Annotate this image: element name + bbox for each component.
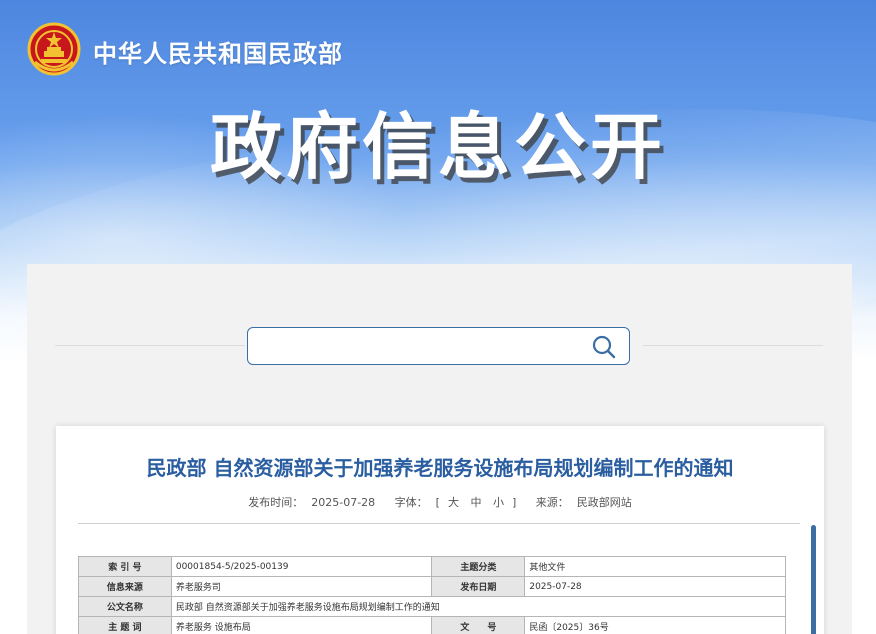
search-bar[interactable] [247,327,630,365]
doc-name-value: 民政部 自然资源部关于加强养老服务设施布局规划编制工作的通知 [170,596,787,617]
font-medium-button[interactable]: 中 [470,496,481,509]
page: 中华人民共和国民政部 政府信息公开 民政部 自然资源部关于加强养老服务设施布局规… [0,0,876,634]
index-value: 00001854-5/2025-00139 [170,556,433,577]
divider-left [55,345,245,346]
source-value: 民政部网站 [576,496,632,509]
banner-title: 政府信息公开 [210,105,667,189]
table-row: 信息来源 养老服务司 发布日期 2025-07-28 [78,576,786,597]
national-emblem-icon[interactable] [27,22,81,76]
source-label: 来源： 民政部网站 [535,496,632,509]
font-large-button[interactable]: 大 [448,496,459,509]
font-small-button[interactable]: 小 [493,496,504,509]
org-name[interactable]: 中华人民共和国民政部 [93,34,343,69]
main-content: 民政部 自然资源部关于加强养老服务设施布局规划编制工作的通知 发布时间： 2025… [27,264,852,634]
publish-label: 发布时间： 2025-07-28 [248,496,376,509]
doc-number-label: 文 号 [431,616,526,634]
publish-date: 2025-07-28 [311,496,376,509]
article-meta: 发布时间： 2025-07-28 字体：[大 中 小] 来源： 民政部网站 [56,494,824,510]
divider-right [643,345,823,346]
article-title: 民政部 自然资源部关于加强养老服务设施布局规划编制工作的通知 [146,456,734,480]
keywords-label: 主 题 词 [78,616,172,634]
font-size-selector: 字体：[大 中 小] [394,496,517,509]
search-input[interactable] [258,334,578,358]
table-row: 主 题 词 养老服务 设施布局 文 号 民函〔2025〕36号 [78,616,786,634]
index-label: 索 引 号 [78,556,172,577]
search-icon[interactable] [591,334,617,360]
table-row: 索 引 号 00001854-5/2025-00139 主题分类 其他文件 [78,556,786,577]
scrollbar[interactable] [811,525,816,634]
date-value: 2025-07-28 [524,576,786,597]
title-divider [78,523,800,524]
category-label: 主题分类 [431,556,526,577]
info-table: 索 引 号 00001854-5/2025-00139 主题分类 其他文件 信息… [78,556,787,634]
doc-number-value: 民函〔2025〕36号 [524,616,786,634]
table-row: 公文名称 民政部 自然资源部关于加强养老服务设施布局规划编制工作的通知 [78,596,787,617]
doc-name-label: 公文名称 [78,596,172,617]
source-value-cell: 养老服务司 [170,576,433,597]
article-card: 民政部 自然资源部关于加强养老服务设施布局规划编制工作的通知 发布时间： 2025… [56,426,824,634]
source-label-cell: 信息来源 [78,576,172,597]
keywords-value: 养老服务 设施布局 [170,616,433,634]
category-value: 其他文件 [524,556,786,577]
date-label: 发布日期 [431,576,526,597]
